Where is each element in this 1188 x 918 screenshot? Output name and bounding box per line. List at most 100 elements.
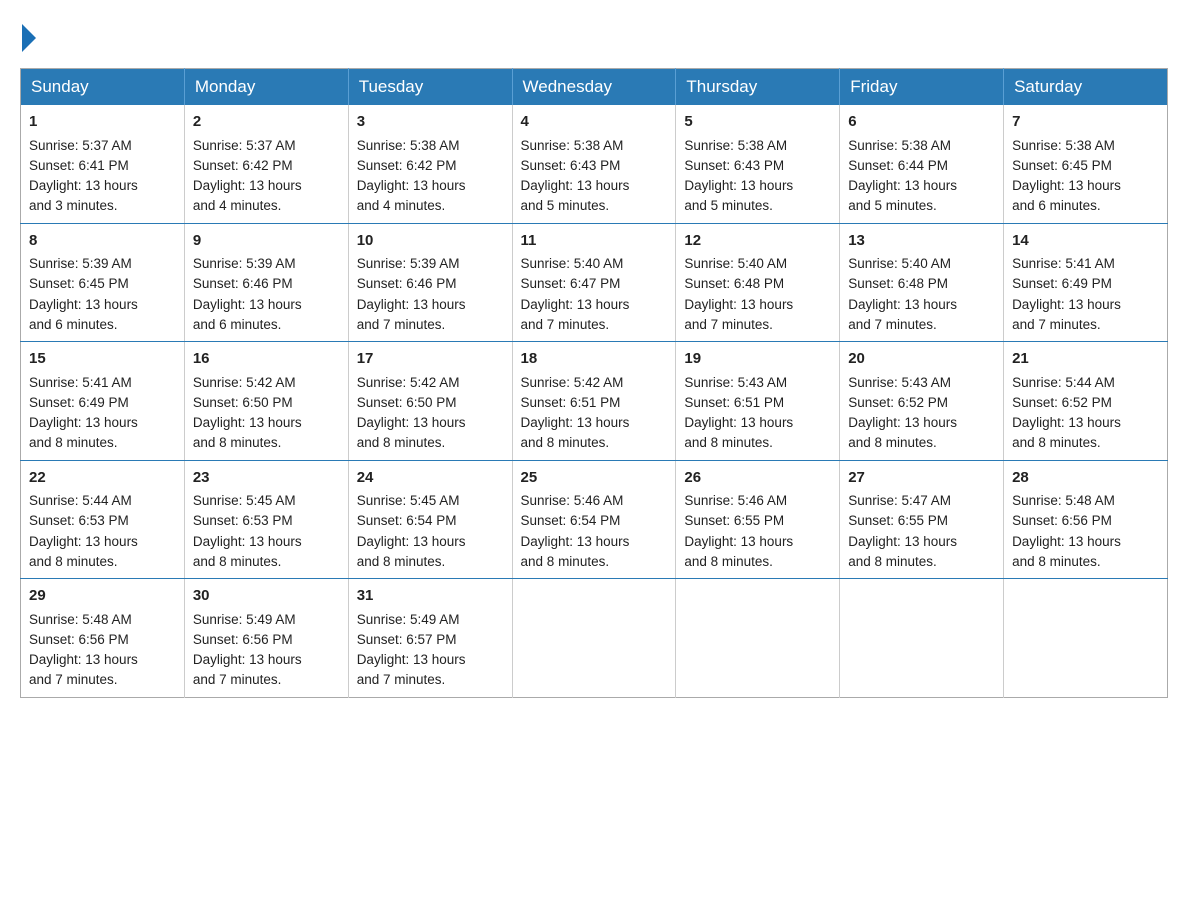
week-row-4: 22Sunrise: 5:44 AMSunset: 6:53 PMDayligh… [21,460,1168,579]
day-cell: 12Sunrise: 5:40 AMSunset: 6:48 PMDayligh… [676,223,840,342]
daylight-info-1: Daylight: 13 hours [357,652,466,667]
sunrise-info: Sunrise: 5:46 AM [684,493,787,508]
day-number: 30 [193,585,340,608]
day-cell: 23Sunrise: 5:45 AMSunset: 6:53 PMDayligh… [184,460,348,579]
day-cell: 29 Sunrise: 5:48 AM Sunset: 6:56 PM Dayligh… [21,579,185,698]
daylight-info-2: and 4 minutes. [357,198,446,213]
day-number: 13 [848,230,995,253]
day-cell: 3Sunrise: 5:38 AMSunset: 6:42 PMDaylight… [348,105,512,223]
daylight-info-1: Daylight: 13 hours [684,178,793,193]
sunrise-info: Sunrise: 5:39 AM [29,256,132,271]
daylight-info-2: and 8 minutes. [29,435,118,450]
day-cell: 25Sunrise: 5:46 AMSunset: 6:54 PMDayligh… [512,460,676,579]
week-row-1: 1Sunrise: 5:37 AMSunset: 6:41 PMDaylight… [21,105,1168,223]
sunset-info: Sunset: 6:49 PM [1012,276,1112,291]
daylight-info-2: and 8 minutes. [848,554,937,569]
day-cell: 4Sunrise: 5:38 AMSunset: 6:43 PMDaylight… [512,105,676,223]
sunset-info: Sunset: 6:43 PM [521,158,621,173]
day-cell [512,579,676,698]
header-friday: Friday [840,69,1004,106]
sunrise-info: Sunrise: 5:38 AM [848,138,951,153]
daylight-info-1: Daylight: 13 hours [521,178,630,193]
daylight-info-1: Daylight: 13 hours [684,415,793,430]
day-number: 18 [521,348,668,371]
page-header [20,20,1168,48]
day-cell: 17Sunrise: 5:42 AMSunset: 6:50 PMDayligh… [348,342,512,461]
week-row-3: 15Sunrise: 5:41 AMSunset: 6:49 PMDayligh… [21,342,1168,461]
calendar-header-row: SundayMondayTuesdayWednesdayThursdayFrid… [21,69,1168,106]
day-number: 22 [29,467,176,490]
sunset-info: Sunset: 6:56 PM [29,632,129,647]
daylight-info-2: and 8 minutes. [357,435,446,450]
header-monday: Monday [184,69,348,106]
day-cell: 22Sunrise: 5:44 AMSunset: 6:53 PMDayligh… [21,460,185,579]
sunset-info: Sunset: 6:42 PM [193,158,293,173]
header-saturday: Saturday [1004,69,1168,106]
sunset-info: Sunset: 6:49 PM [29,395,129,410]
day-number: 7 [1012,111,1159,134]
sunset-info: Sunset: 6:56 PM [1012,513,1112,528]
daylight-info-2: and 8 minutes. [193,554,282,569]
day-cell: 24Sunrise: 5:45 AMSunset: 6:54 PMDayligh… [348,460,512,579]
header-thursday: Thursday [676,69,840,106]
logo [20,20,36,48]
daylight-info-2: and 8 minutes. [1012,554,1101,569]
daylight-info-1: Daylight: 13 hours [193,178,302,193]
day-number: 26 [684,467,831,490]
daylight-info-2: and 8 minutes. [357,554,446,569]
day-cell [1004,579,1168,698]
daylight-info-1: Daylight: 13 hours [684,297,793,312]
daylight-info-2: and 8 minutes. [521,554,610,569]
day-cell: 15Sunrise: 5:41 AMSunset: 6:49 PMDayligh… [21,342,185,461]
sunset-info: Sunset: 6:48 PM [684,276,784,291]
sunrise-info: Sunrise: 5:41 AM [29,375,132,390]
day-number: 31 [357,585,504,608]
daylight-info-1: Daylight: 13 hours [29,415,138,430]
day-cell: 28Sunrise: 5:48 AMSunset: 6:56 PMDayligh… [1004,460,1168,579]
day-number: 8 [29,230,176,253]
daylight-info-1: Daylight: 13 hours [848,297,957,312]
day-cell: 1Sunrise: 5:37 AMSunset: 6:41 PMDaylight… [21,105,185,223]
day-cell: 11Sunrise: 5:40 AMSunset: 6:47 PMDayligh… [512,223,676,342]
sunrise-info: Sunrise: 5:48 AM [1012,493,1115,508]
day-number: 10 [357,230,504,253]
sunset-info: Sunset: 6:52 PM [848,395,948,410]
day-cell: 8Sunrise: 5:39 AMSunset: 6:45 PMDaylight… [21,223,185,342]
day-cell: 7Sunrise: 5:38 AMSunset: 6:45 PMDaylight… [1004,105,1168,223]
day-cell: 19Sunrise: 5:43 AMSunset: 6:51 PMDayligh… [676,342,840,461]
daylight-info-2: and 7 minutes. [521,317,610,332]
day-number: 6 [848,111,995,134]
day-number: 2 [193,111,340,134]
day-number: 11 [521,230,668,253]
sunrise-info: Sunrise: 5:40 AM [848,256,951,271]
daylight-info-2: and 8 minutes. [193,435,282,450]
daylight-info-1: Daylight: 13 hours [29,297,138,312]
sunrise-info: Sunrise: 5:41 AM [1012,256,1115,271]
daylight-info-2: and 7 minutes. [684,317,773,332]
sunset-info: Sunset: 6:44 PM [848,158,948,173]
daylight-info-1: Daylight: 13 hours [29,534,138,549]
day-number: 29 [29,585,176,608]
header-wednesday: Wednesday [512,69,676,106]
day-number: 12 [684,230,831,253]
day-cell: 20Sunrise: 5:43 AMSunset: 6:52 PMDayligh… [840,342,1004,461]
day-cell: 13Sunrise: 5:40 AMSunset: 6:48 PMDayligh… [840,223,1004,342]
sunrise-info: Sunrise: 5:42 AM [521,375,624,390]
daylight-info-2: and 7 minutes. [193,672,282,687]
daylight-info-2: and 7 minutes. [357,672,446,687]
day-cell: 27Sunrise: 5:47 AMSunset: 6:55 PMDayligh… [840,460,1004,579]
day-number: 5 [684,111,831,134]
day-number: 3 [357,111,504,134]
sunset-info: Sunset: 6:46 PM [357,276,457,291]
sunset-info: Sunset: 6:53 PM [29,513,129,528]
day-cell: 6 Sunrise: 5:38 AM Sunset: 6:44 PM Daylight… [840,105,1004,223]
daylight-info-1: Daylight: 13 hours [848,178,957,193]
sunrise-info: Sunrise: 5:48 AM [29,612,132,627]
daylight-info-1: Daylight: 13 hours [29,652,138,667]
sunset-info: Sunset: 6:41 PM [29,158,129,173]
daylight-info-2: and 8 minutes. [848,435,937,450]
daylight-info-1: Daylight: 13 hours [357,297,466,312]
sunset-info: Sunset: 6:55 PM [848,513,948,528]
day-number: 24 [357,467,504,490]
sunrise-info: Sunrise: 5:45 AM [357,493,460,508]
